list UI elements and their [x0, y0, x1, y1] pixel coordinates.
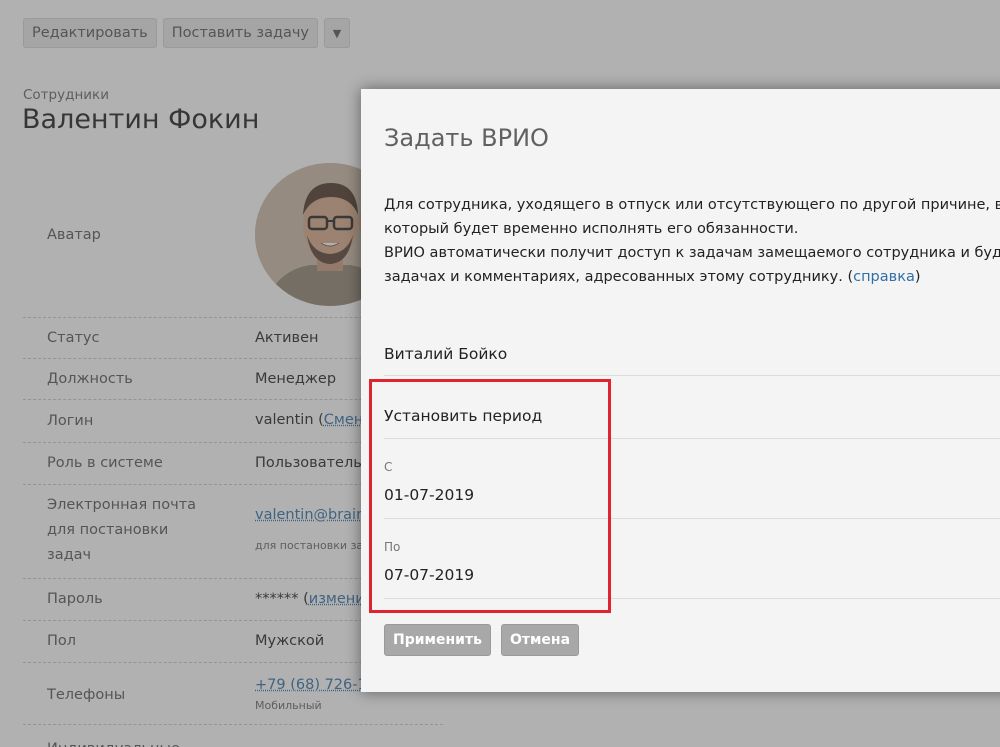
- description-text: задачах и комментариях, адресованных это…: [384, 269, 854, 285]
- substitute-select[interactable]: Виталий Бойко: [384, 329, 1000, 376]
- description-line: который будет временно исполнять его обя…: [384, 221, 799, 237]
- description-line: задачах и комментариях, адресованных это…: [384, 265, 1000, 289]
- cancel-button[interactable]: Отмена: [500, 624, 580, 656]
- apply-button[interactable]: Применить: [384, 624, 491, 656]
- dialog-description: Для сотрудника, уходящего в отпуск или о…: [384, 193, 1000, 289]
- description-line: Для сотрудника, уходящего в отпуск или о…: [384, 197, 1000, 213]
- description-text: ): [914, 269, 921, 285]
- help-link[interactable]: справка: [853, 269, 915, 285]
- highlight-box: [369, 379, 611, 613]
- substitute-value: Виталий Бойко: [384, 345, 508, 363]
- dialog-actions: Применить Отмена: [384, 624, 580, 656]
- dialog-title: Задать ВРИО: [384, 124, 549, 152]
- description-line: ВРИО автоматически получит доступ к зада…: [384, 245, 1000, 261]
